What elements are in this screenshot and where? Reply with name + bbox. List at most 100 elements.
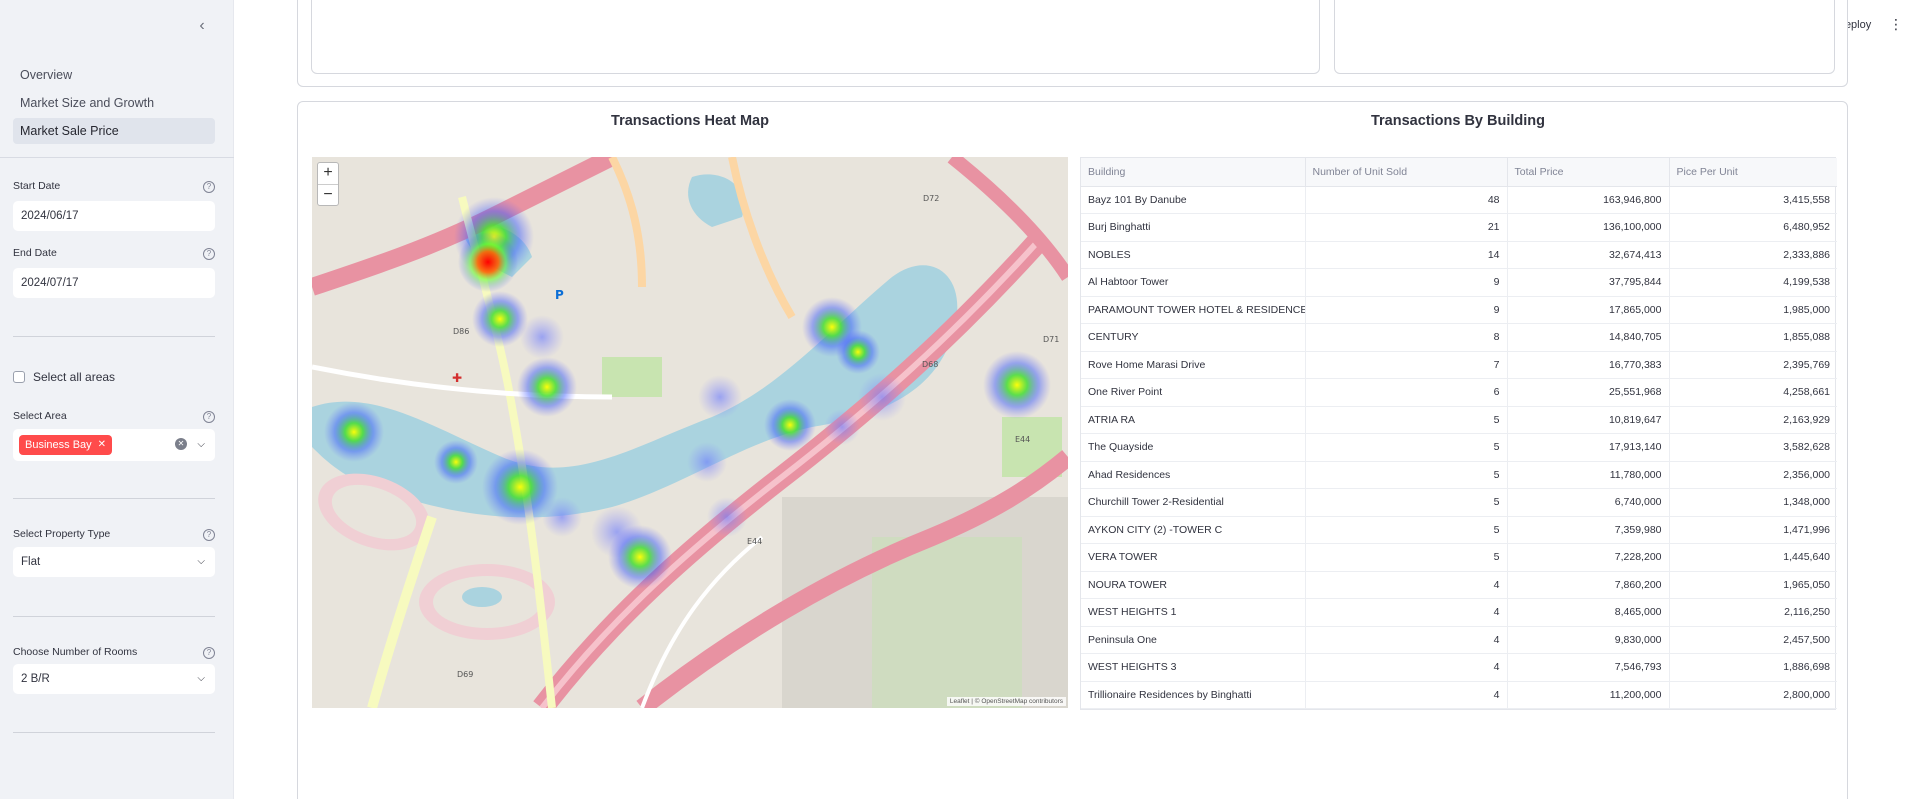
heatmap-map[interactable]: ✚ P D86 D72 D68 D71 E44 E44 D69 + − Leaf…	[312, 157, 1068, 708]
table-row[interactable]: CENTURY 8 14,840,705 1,855,088	[1081, 323, 1837, 352]
select-area-multiselect[interactable]: Business Bay ✕ ✕ ⌵	[13, 429, 215, 461]
sidebar-nav: Overview Market Size and Growth Market S…	[13, 62, 215, 146]
table-row[interactable]: Ahad Residences 5 11,780,000 2,356,000	[1081, 461, 1837, 489]
area-tag-label: Business Bay	[25, 439, 92, 451]
property-type-select[interactable]: Flat ⌵	[13, 547, 215, 577]
table-cell: 10,819,647	[1507, 406, 1670, 434]
table-cell: 6,480,952	[1669, 213, 1837, 242]
table-cell: 1,445,640	[1669, 543, 1837, 572]
table-row[interactable]: Burj Binghatti 21 136,100,000 6,480,952	[1081, 213, 1837, 242]
column-header[interactable]: Pice Per Unit	[1669, 158, 1837, 187]
table-cell: Churchill Tower 2-Residential	[1081, 488, 1306, 517]
rooms-select[interactable]: 2 B/R ⌵	[13, 664, 215, 694]
table-cell: ATRIA RA	[1081, 406, 1306, 434]
table-cell: 4	[1305, 598, 1508, 627]
table-cell: 14	[1305, 241, 1508, 269]
table-cell: Bayz 101 By Danube	[1081, 186, 1306, 214]
start-date-input[interactable]: 2024/06/17	[13, 201, 215, 231]
table-cell: 2,395,769	[1669, 351, 1837, 379]
more-menu-icon[interactable]: ⋮	[1889, 16, 1903, 33]
property-type-label: Select Property Type	[13, 528, 111, 540]
table-cell: 1,471,996	[1669, 516, 1837, 544]
nav-item-market-size[interactable]: Market Size and Growth	[13, 90, 215, 116]
property-type-value: Flat	[21, 556, 41, 568]
app-root: ‹ Overview Market Size and Growth Market…	[0, 0, 1906, 799]
svg-text:✚: ✚	[452, 371, 462, 385]
close-icon[interactable]: ✕	[98, 435, 106, 455]
table-body: Bayz 101 By Danube 48 163,946,800 3,415,558…	[1081, 186, 1837, 709]
table-row[interactable]: VERA TOWER 5 7,228,200 1,445,640	[1081, 543, 1837, 572]
table-cell: NOURA TOWER	[1081, 571, 1306, 599]
table-row[interactable]: PARAMOUNT TOWER HOTEL & RESIDENCES 9 17,86…	[1081, 296, 1837, 324]
table-cell: Peninsula One	[1081, 626, 1306, 654]
zoom-in-button[interactable]: +	[318, 163, 338, 184]
end-date-input[interactable]: 2024/07/17	[13, 268, 215, 298]
table-row[interactable]: Rove Home Marasi Drive 7 16,770,383 2,395,7…	[1081, 351, 1837, 379]
table-row[interactable]: AYKON CITY (2) -TOWER C 5 7,359,980 1,471,9…	[1081, 516, 1837, 544]
table-row[interactable]: One River Point 6 25,551,968 4,258,661	[1081, 378, 1837, 407]
nav-item-overview[interactable]: Overview	[13, 62, 215, 88]
select-all-checkbox[interactable]	[13, 371, 25, 383]
svg-text:E44: E44	[1015, 435, 1030, 444]
transactions-table: Building Number of Unit Sold Total Price Pi…	[1080, 157, 1837, 710]
svg-text:P: P	[555, 288, 564, 302]
table-row[interactable]: ATRIA RA 5 10,819,647 2,163,929	[1081, 406, 1837, 434]
table-row[interactable]: Al Habtoor Tower 9 37,795,844 4,199,538	[1081, 268, 1837, 297]
table-cell: 2,457,500	[1669, 626, 1837, 654]
table-cell: Trillionaire Residences by Binghatti	[1081, 681, 1306, 709]
table-cell: 7,546,793	[1507, 653, 1670, 682]
table-cell: 8	[1305, 323, 1508, 352]
table-row[interactable]: NOURA TOWER 4 7,860,200 1,965,050	[1081, 571, 1837, 599]
table-row[interactable]: NOBLES 14 32,674,413 2,333,886	[1081, 241, 1837, 269]
table-cell: 21	[1305, 213, 1508, 242]
chevron-down-icon[interactable]: ⌵	[197, 664, 205, 694]
top-chart-right	[1334, 0, 1835, 74]
table-cell: 3,582,628	[1669, 433, 1837, 462]
table-cell: Ahad Residences	[1081, 461, 1306, 489]
sidebar: ‹ Overview Market Size and Growth Market…	[0, 0, 234, 799]
table-row[interactable]: WEST HEIGHTS 3 4 7,546,793 1,886,698	[1081, 653, 1837, 682]
divider	[13, 336, 215, 337]
chevron-left-icon[interactable]: ‹	[192, 16, 212, 36]
table-cell: 1,985,000	[1669, 296, 1837, 324]
table-cell: 16,770,383	[1507, 351, 1670, 379]
table-cell: 1,886,698	[1669, 653, 1837, 682]
table-cell: 1,348,000	[1669, 488, 1837, 517]
table-cell: 4	[1305, 626, 1508, 654]
table-cell: VERA TOWER	[1081, 543, 1306, 572]
column-header[interactable]: Building	[1081, 158, 1306, 187]
column-header[interactable]: Total Price	[1507, 158, 1670, 187]
table-cell: 2,163,929	[1669, 406, 1837, 434]
table-row[interactable]: Bayz 101 By Danube 48 163,946,800 3,415,558	[1081, 186, 1837, 214]
table-row[interactable]: Peninsula One 4 9,830,000 2,457,500	[1081, 626, 1837, 654]
select-all-areas-row[interactable]: Select all areas	[13, 370, 115, 384]
table-cell: 2,116,250	[1669, 598, 1837, 627]
table-row[interactable]: Churchill Tower 2-Residential 5 6,740,000 1…	[1081, 488, 1837, 517]
chevron-down-icon[interactable]: ⌵	[197, 429, 205, 461]
top-chart-left	[311, 0, 1320, 74]
table-cell: 7	[1305, 351, 1508, 379]
chevron-down-icon[interactable]: ⌵	[197, 547, 205, 577]
divider	[13, 732, 215, 733]
nav-item-market-sale-price[interactable]: Market Sale Price	[13, 118, 215, 144]
column-header[interactable]: Number of Unit Sold	[1305, 158, 1508, 187]
table-cell: 4	[1305, 653, 1508, 682]
divider	[13, 616, 215, 617]
table-row[interactable]: WEST HEIGHTS 1 4 8,465,000 2,116,250	[1081, 598, 1837, 627]
table-cell: 1,855,088	[1669, 323, 1837, 352]
help-icon[interactable]: ?	[203, 411, 215, 423]
table-cell: 5	[1305, 433, 1508, 462]
map-attribution[interactable]: Leaflet | © OpenStreetMap contributors	[946, 697, 1066, 706]
table-row[interactable]: The Quayside 5 17,913,140 3,582,628	[1081, 433, 1837, 462]
help-icon[interactable]: ?	[203, 647, 215, 659]
clear-icon[interactable]: ✕	[175, 438, 187, 450]
table-cell: 6,740,000	[1507, 488, 1670, 517]
table-row[interactable]: Trillionaire Residences by Binghatti 4 11,…	[1081, 681, 1837, 709]
nav-divider	[0, 157, 234, 158]
zoom-out-button[interactable]: −	[318, 184, 338, 205]
table-cell: NOBLES	[1081, 241, 1306, 269]
help-icon[interactable]: ?	[203, 529, 215, 541]
table-cell: 5	[1305, 461, 1508, 489]
help-icon[interactable]: ?	[203, 181, 215, 193]
help-icon[interactable]: ?	[203, 248, 215, 260]
